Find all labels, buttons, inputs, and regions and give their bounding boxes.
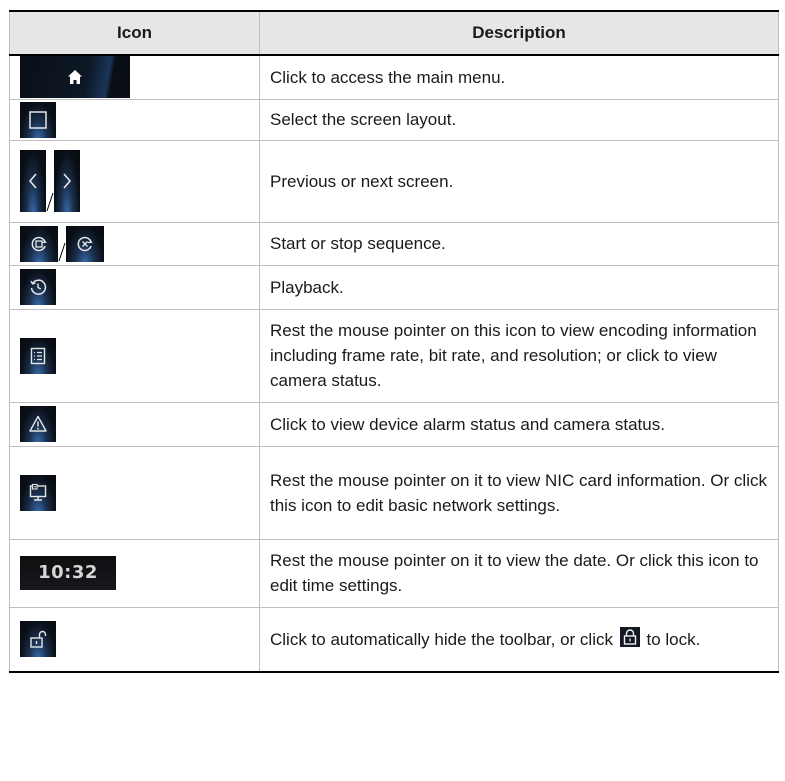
table-row: Select the screen layout. xyxy=(9,98,779,141)
sequence-stop-icon xyxy=(66,225,104,262)
table-row: Click to view device alarm status and ca… xyxy=(9,401,779,447)
icon-cell xyxy=(9,139,260,223)
icon-cell xyxy=(9,308,260,403)
description-text: Click to automatically hide the toolbar,… xyxy=(270,629,613,649)
slash-separator-icon xyxy=(58,242,66,262)
warning-triangle-icon xyxy=(20,406,56,442)
description-cell: Rest the mouse pointer on it to view NIC… xyxy=(259,445,779,540)
description-cell: Click to automatically hide the toolbar,… xyxy=(259,606,779,673)
icon-cell xyxy=(9,401,260,447)
table-row: Previous or next screen. xyxy=(9,139,779,223)
description-cell: Rest the mouse pointer on this icon to v… xyxy=(259,308,779,403)
unlock-icon xyxy=(20,621,56,658)
chevron-right-icon xyxy=(54,150,80,212)
slash-separator-icon xyxy=(46,192,54,212)
lock-icon xyxy=(619,626,640,647)
icon-description-table: Icon Description Click to access the mai… xyxy=(9,10,779,673)
playback-icon xyxy=(20,269,56,305)
icon-cell: 10:32 xyxy=(9,538,260,608)
icon-cell xyxy=(9,98,260,141)
icon-cell xyxy=(9,264,260,310)
description-cell: Click to view device alarm status and ca… xyxy=(259,401,779,447)
table-row: 10:32 Rest the mouse pointer on it to vi… xyxy=(9,538,779,608)
time-display-icon: 10:32 xyxy=(20,556,116,590)
description-cell: Rest the mouse pointer on it to view the… xyxy=(259,538,779,608)
chevron-left-icon xyxy=(20,150,46,212)
description-cell: Playback. xyxy=(259,264,779,310)
screen-layout-icon xyxy=(20,101,56,138)
icon-column-header: Icon xyxy=(9,10,260,56)
icon-cell xyxy=(9,606,260,673)
description-cell: Start or stop sequence. xyxy=(259,221,779,266)
table-row: Rest the mouse pointer on it to view NIC… xyxy=(9,445,779,540)
icon-cell xyxy=(9,445,260,540)
network-icon xyxy=(20,474,56,511)
description-text: to lock. xyxy=(646,629,701,649)
description-cell: Select the screen layout. xyxy=(259,98,779,141)
table-row: Click to access the main menu. xyxy=(9,54,779,100)
table-header-row: Icon Description xyxy=(9,10,779,56)
table-row: Rest the mouse pointer on this icon to v… xyxy=(9,308,779,403)
description-cell: Click to access the main menu. xyxy=(259,54,779,100)
table-row: Playback. xyxy=(9,264,779,310)
table-row: Click to automatically hide the toolbar,… xyxy=(9,606,779,673)
sequence-start-icon xyxy=(20,225,58,262)
table-row: Start or stop sequence. xyxy=(9,221,779,266)
description-cell: Previous or next screen. xyxy=(259,139,779,223)
home-icon xyxy=(20,56,130,99)
icon-cell xyxy=(9,221,260,266)
icon-cell xyxy=(9,54,260,100)
encoding-info-icon xyxy=(20,337,56,374)
description-column-header: Description xyxy=(259,10,779,56)
